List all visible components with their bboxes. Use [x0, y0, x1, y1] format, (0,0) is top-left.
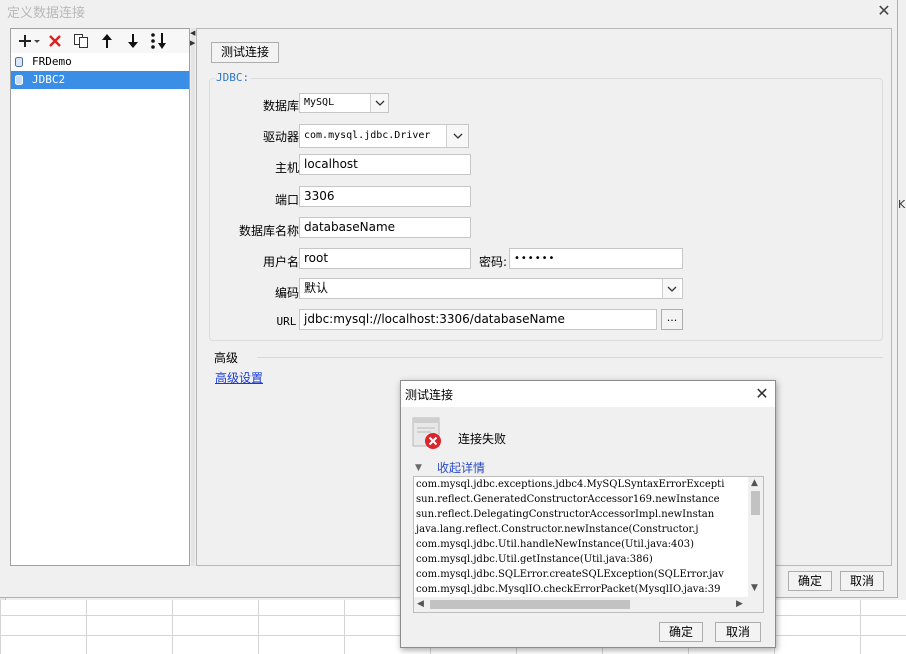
database-name-input[interactable]: databaseName [299, 217, 471, 238]
driver-select[interactable]: com.mysql.jdbc.Driver [299, 124, 469, 148]
triangle-down-icon[interactable]: ▼ [415, 463, 422, 473]
url-label: URL: [276, 315, 304, 328]
password-input[interactable]: •••••• [509, 248, 683, 269]
popup-titlebar [401, 381, 775, 407]
host-label: 主机: [274, 161, 303, 175]
jdbc-group-label: JDBC: [215, 71, 251, 84]
connection-error-icon [412, 417, 442, 449]
driver-select-value: com.mysql.jdbc.Driver [304, 130, 431, 141]
port-input[interactable]: 3306 [299, 186, 471, 207]
stack-line: sun.reflect.GeneratedConstructorAccessor… [416, 494, 720, 505]
scroll-down-icon[interactable]: ▼ [751, 583, 758, 593]
connection-status: 连接失败 [458, 432, 507, 446]
scrollbar-thumb[interactable] [430, 600, 630, 609]
connection-toolbar [11, 29, 189, 53]
popup-cancel-button[interactable]: 取消 [715, 622, 761, 642]
scrollbar-thumb[interactable] [751, 491, 760, 515]
stack-line: sun.reflect.DelegatingConstructorAccesso… [416, 509, 715, 520]
driver-label: 驱动器: [262, 130, 303, 144]
connection-list-panel: FRDemo JDBC2 [10, 28, 190, 566]
panel-splitter[interactable] [191, 28, 195, 566]
url-input[interactable]: jdbc:mysql://localhost:3306/databaseName [299, 309, 657, 330]
dialog-cancel-button[interactable]: 取消 [840, 571, 884, 591]
stack-line: com.mysql.jdbc.Util.handleNewInstance(Ut… [416, 539, 695, 550]
scroll-up-icon[interactable]: ▲ [751, 478, 758, 488]
background-column-letter: K [898, 198, 906, 211]
stack-trace-box[interactable]: com.mysql.jdbc.exceptions.jdbc4.MySQLSyn… [413, 476, 764, 613]
add-icon[interactable] [17, 30, 41, 52]
connection-label: FRDemo [32, 55, 72, 68]
username-input[interactable]: root [299, 248, 471, 269]
sort-icon[interactable] [147, 30, 171, 52]
close-icon[interactable]: ✕ [872, 0, 896, 22]
stack-line: java.lang.reflect.Constructor.newInstanc… [416, 524, 699, 535]
move-down-icon[interactable] [121, 30, 145, 52]
delete-icon[interactable] [43, 30, 67, 52]
database-icon [15, 75, 23, 85]
dialog-title: 定义数据连接 [7, 6, 86, 21]
database-select-value: MySQL [304, 97, 335, 108]
url-browse-button[interactable]: ... [661, 309, 683, 330]
username-label: 用户名: [262, 255, 303, 269]
password-label: 密码: [478, 255, 507, 269]
database-label: 数据库: [262, 99, 303, 113]
connection-tree: FRDemo JDBC2 [11, 53, 189, 89]
port-label: 端口: [274, 193, 303, 207]
advanced-settings-link[interactable]: 高级设置 [215, 369, 263, 386]
connection-label: JDBC2 [32, 73, 66, 86]
jdbc-group-box [209, 78, 883, 341]
chevron-down-icon[interactable] [370, 94, 388, 112]
encoding-label: 编码: [274, 286, 303, 300]
collapse-arrows-icon[interactable]: ◀ ▶ [190, 28, 195, 48]
encoding-select[interactable]: 默认 [299, 278, 683, 299]
collapse-details-link[interactable]: 收起详情 [437, 459, 485, 476]
advanced-divider [257, 357, 883, 358]
close-icon[interactable]: ✕ [751, 382, 773, 406]
popup-title: 测试连接 [405, 388, 454, 402]
host-input[interactable]: localhost [299, 154, 471, 175]
dialog-ok-button[interactable]: 确定 [788, 571, 832, 591]
database-select[interactable]: MySQL [299, 93, 389, 113]
move-up-icon[interactable] [95, 30, 119, 52]
database-icon [15, 57, 23, 67]
chevron-down-icon[interactable] [446, 125, 468, 147]
database-name-label: 数据库名称: [238, 224, 303, 238]
popup-ok-button[interactable]: 确定 [659, 622, 703, 642]
stack-line: com.mysql.jdbc.Util.getInstance(Util.jav… [416, 554, 653, 565]
horizontal-scrollbar[interactable]: ◀ ▶ [414, 597, 763, 612]
encoding-select-value: 默认 [304, 281, 329, 295]
chevron-down-icon[interactable] [662, 279, 680, 298]
stack-line: com.mysql.jdbc.SQLError.createSQLExcepti… [416, 569, 724, 580]
connection-item-jdbc2[interactable]: JDBC2 [11, 71, 189, 89]
test-connection-button[interactable]: 测试连接 [211, 42, 279, 63]
test-connection-dialog: 测试连接 ✕ 连接失败 ▼ 收起详情 com.mysql.jdbc.except… [400, 380, 776, 648]
scroll-right-icon[interactable]: ▶ [736, 599, 743, 609]
advanced-section-title: 高级 [214, 351, 239, 365]
vertical-scrollbar[interactable]: ▲ ▼ [748, 477, 763, 597]
scroll-left-icon[interactable]: ◀ [417, 599, 424, 609]
stack-line: com.mysql.jdbc.exceptions.jdbc4.MySQLSyn… [416, 479, 725, 490]
copy-icon[interactable] [69, 30, 93, 52]
stack-line: com.mysql.jdbc.MysqlIO.checkErrorPacket(… [416, 584, 721, 595]
connection-item-frdemo[interactable]: FRDemo [11, 53, 189, 71]
